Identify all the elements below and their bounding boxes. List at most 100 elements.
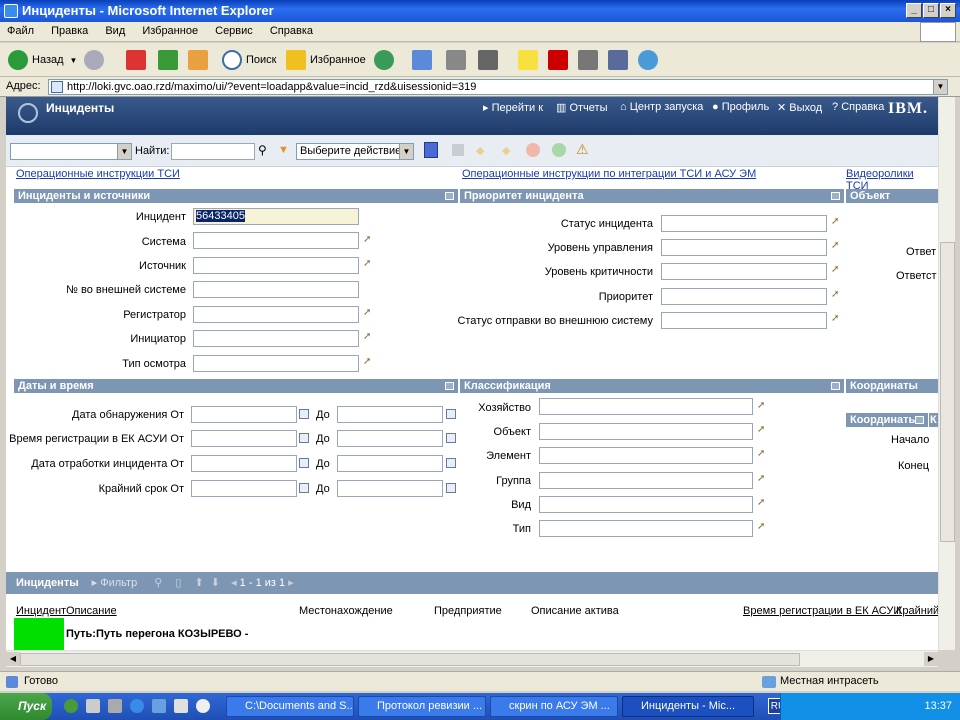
back-button[interactable]: Назад ▼ [8, 48, 77, 72]
lookup-icon[interactable]: ➚ [363, 357, 373, 367]
task-screenshot[interactable]: скрин по АСУ ЭМ ... [490, 696, 618, 717]
clear-filter-icon[interactable]: ▯ [175, 577, 181, 589]
menu-view[interactable]: Вид [98, 22, 132, 40]
type-input[interactable] [539, 520, 753, 537]
next-page-icon[interactable]: ▸ [288, 577, 294, 589]
col-description[interactable]: Описание [66, 605, 117, 617]
edit-button[interactable] [478, 48, 498, 72]
deadline-from-input[interactable] [191, 480, 297, 497]
quicklaunch-icon[interactable] [152, 699, 166, 713]
link-operational-instructions[interactable]: Операционные инструкции ТСИ [16, 168, 180, 180]
farm-input[interactable] [539, 398, 753, 415]
col-deadline[interactable]: Крайний [896, 605, 938, 617]
inspection-type-input[interactable] [193, 355, 359, 372]
registrar-input[interactable] [193, 306, 359, 323]
quicklaunch-icon[interactable] [108, 699, 122, 713]
incident-input[interactable]: 56433405 [193, 208, 359, 225]
stop-button[interactable] [126, 48, 146, 72]
prev-page-icon[interactable]: ◂ [231, 577, 237, 589]
calendar-icon[interactable] [299, 483, 309, 493]
kind-input[interactable] [539, 496, 753, 513]
lookup-icon[interactable]: ➚ [757, 449, 767, 459]
lookup-icon[interactable]: ➚ [831, 314, 841, 324]
refresh-button[interactable] [158, 48, 178, 72]
calendar-icon[interactable] [299, 409, 309, 419]
reg-from-input[interactable] [191, 430, 297, 447]
query-select[interactable]: ▼ [10, 143, 132, 160]
action-select[interactable]: Выберите действие ▼ [296, 143, 414, 160]
calendar-icon[interactable] [299, 458, 309, 468]
ext-number-input[interactable] [193, 281, 359, 298]
link-integration-instructions[interactable]: Операционные инструкции по интеграции ТС… [462, 168, 756, 180]
history-button[interactable] [374, 48, 394, 72]
menu-help[interactable]: Справка [263, 22, 320, 40]
print-button[interactable] [446, 48, 466, 72]
source-input[interactable] [193, 257, 359, 274]
work-to-input[interactable] [337, 455, 443, 472]
forward-button[interactable] [84, 48, 104, 72]
work-from-input[interactable] [191, 455, 297, 472]
collapse-icon[interactable] [831, 382, 840, 390]
filter-button[interactable]: ▸ Фильтр [92, 577, 138, 589]
download-icon[interactable]: ⬆ [195, 577, 204, 589]
route-icon[interactable] [552, 143, 566, 157]
element-input[interactable] [539, 447, 753, 464]
binoculars-icon[interactable]: ⚲ [154, 577, 162, 589]
col-incident[interactable]: Инцидент [16, 605, 66, 617]
scroll-thumb[interactable] [940, 242, 955, 542]
collapse-icon[interactable] [831, 192, 840, 200]
lookup-icon[interactable]: ➚ [363, 308, 373, 318]
lookup-icon[interactable]: ➚ [831, 217, 841, 227]
find-input[interactable] [171, 143, 255, 160]
task-explorer[interactable]: C:\Documents and S... [226, 696, 354, 717]
chevron-down-icon[interactable]: ▼ [933, 80, 947, 94]
menu-tools[interactable]: Сервис [208, 22, 260, 40]
crit-level-input[interactable] [661, 263, 827, 280]
row-description[interactable]: Путь:Путь перегона КОЗЫРЕВО - [66, 628, 248, 640]
lookup-icon[interactable]: ➚ [757, 522, 767, 532]
lookup-icon[interactable]: ➚ [757, 401, 767, 411]
horizontal-scrollbar[interactable]: ◀ ▶ [6, 650, 938, 667]
stop-record-icon[interactable] [526, 143, 540, 157]
collapse-icon[interactable] [445, 382, 454, 390]
deadline-to-input[interactable] [337, 480, 443, 497]
kaspersky-button[interactable] [548, 48, 568, 72]
ext-status-input[interactable] [661, 312, 827, 329]
task-protocol[interactable]: Протокол ревизии ... [358, 696, 486, 717]
warning-icon[interactable]: ⚠ [576, 141, 589, 158]
scroll-thumb[interactable] [20, 653, 800, 666]
status-input[interactable] [661, 215, 827, 232]
collapse-icon[interactable] [445, 192, 454, 200]
lookup-icon[interactable]: ➚ [363, 259, 373, 269]
col-location[interactable]: Местонахождение [299, 605, 393, 617]
nav-reports[interactable]: ▥ Отчеты [556, 101, 607, 114]
calendar-icon[interactable] [446, 433, 456, 443]
research-button[interactable] [608, 48, 628, 72]
binoculars-icon[interactable]: ⚲ [258, 143, 267, 157]
mail-button[interactable] [412, 48, 432, 72]
address-input[interactable]: http://loki.gvc.oao.rzd/maximo/ui/?event… [48, 79, 948, 95]
scroll-right-icon[interactable]: ▶ [924, 652, 938, 666]
quicklaunch-icon[interactable] [86, 699, 100, 713]
detect-from-input[interactable] [191, 406, 297, 423]
notes-button[interactable] [518, 48, 538, 72]
reg-to-input[interactable] [337, 430, 443, 447]
save-icon[interactable] [452, 144, 464, 156]
lookup-icon[interactable]: ➚ [757, 498, 767, 508]
task-incidents[interactable]: Инциденты - Mic... [622, 696, 754, 717]
home-button[interactable] [188, 48, 208, 72]
quicklaunch-icon[interactable] [64, 699, 78, 713]
detect-to-input[interactable] [337, 406, 443, 423]
search-button[interactable]: Поиск [222, 48, 276, 72]
lookup-icon[interactable]: ➚ [831, 241, 841, 251]
filter-arrow-icon[interactable]: ▼ [278, 144, 289, 156]
msn-button[interactable] [638, 48, 658, 72]
calendar-icon[interactable] [446, 409, 456, 419]
nav-profile[interactable]: ● Профиль [712, 101, 769, 113]
lookup-icon[interactable]: ➚ [363, 332, 373, 342]
object-input[interactable] [539, 423, 753, 440]
nav-goto[interactable]: ▸ Перейти к [483, 101, 543, 114]
favorites-button[interactable]: Избранное [286, 48, 366, 72]
next-icon[interactable]: ◆ [502, 144, 510, 157]
start-button[interactable]: Пуск [0, 693, 52, 720]
